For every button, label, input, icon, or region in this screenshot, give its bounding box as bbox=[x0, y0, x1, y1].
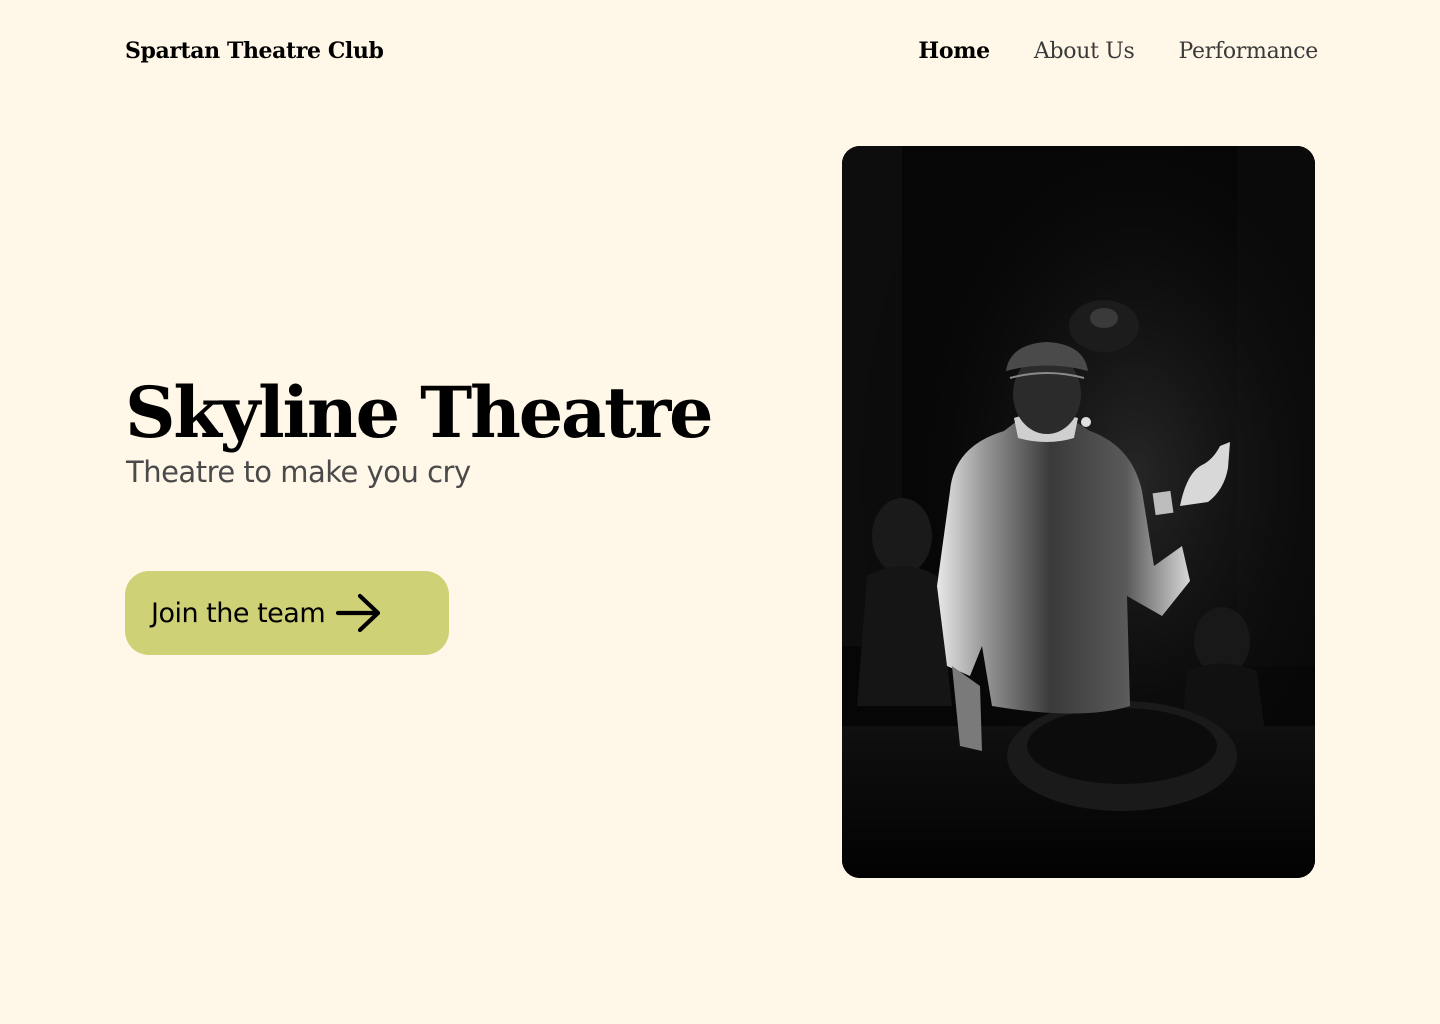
site-header: Spartan Theatre Club Home About Us Perfo… bbox=[125, 36, 1318, 76]
performer-on-stage-photo bbox=[842, 146, 1315, 878]
arrow-right-icon bbox=[335, 593, 383, 633]
nav-link-performance[interactable]: Performance bbox=[1179, 39, 1319, 64]
join-the-team-button[interactable]: Join the team bbox=[125, 571, 449, 655]
join-the-team-label: Join the team bbox=[151, 597, 326, 629]
hero-text: Skyline Theatre Theatre to make you cry bbox=[125, 365, 765, 489]
main-nav: Home About Us Performance bbox=[918, 38, 1318, 64]
nav-link-about-us[interactable]: About Us bbox=[1034, 39, 1135, 64]
nav-link-home[interactable]: Home bbox=[918, 38, 990, 64]
hero-title: Skyline Theatre bbox=[125, 371, 714, 454]
brand-logo-text[interactable]: Spartan Theatre Club bbox=[125, 38, 384, 64]
